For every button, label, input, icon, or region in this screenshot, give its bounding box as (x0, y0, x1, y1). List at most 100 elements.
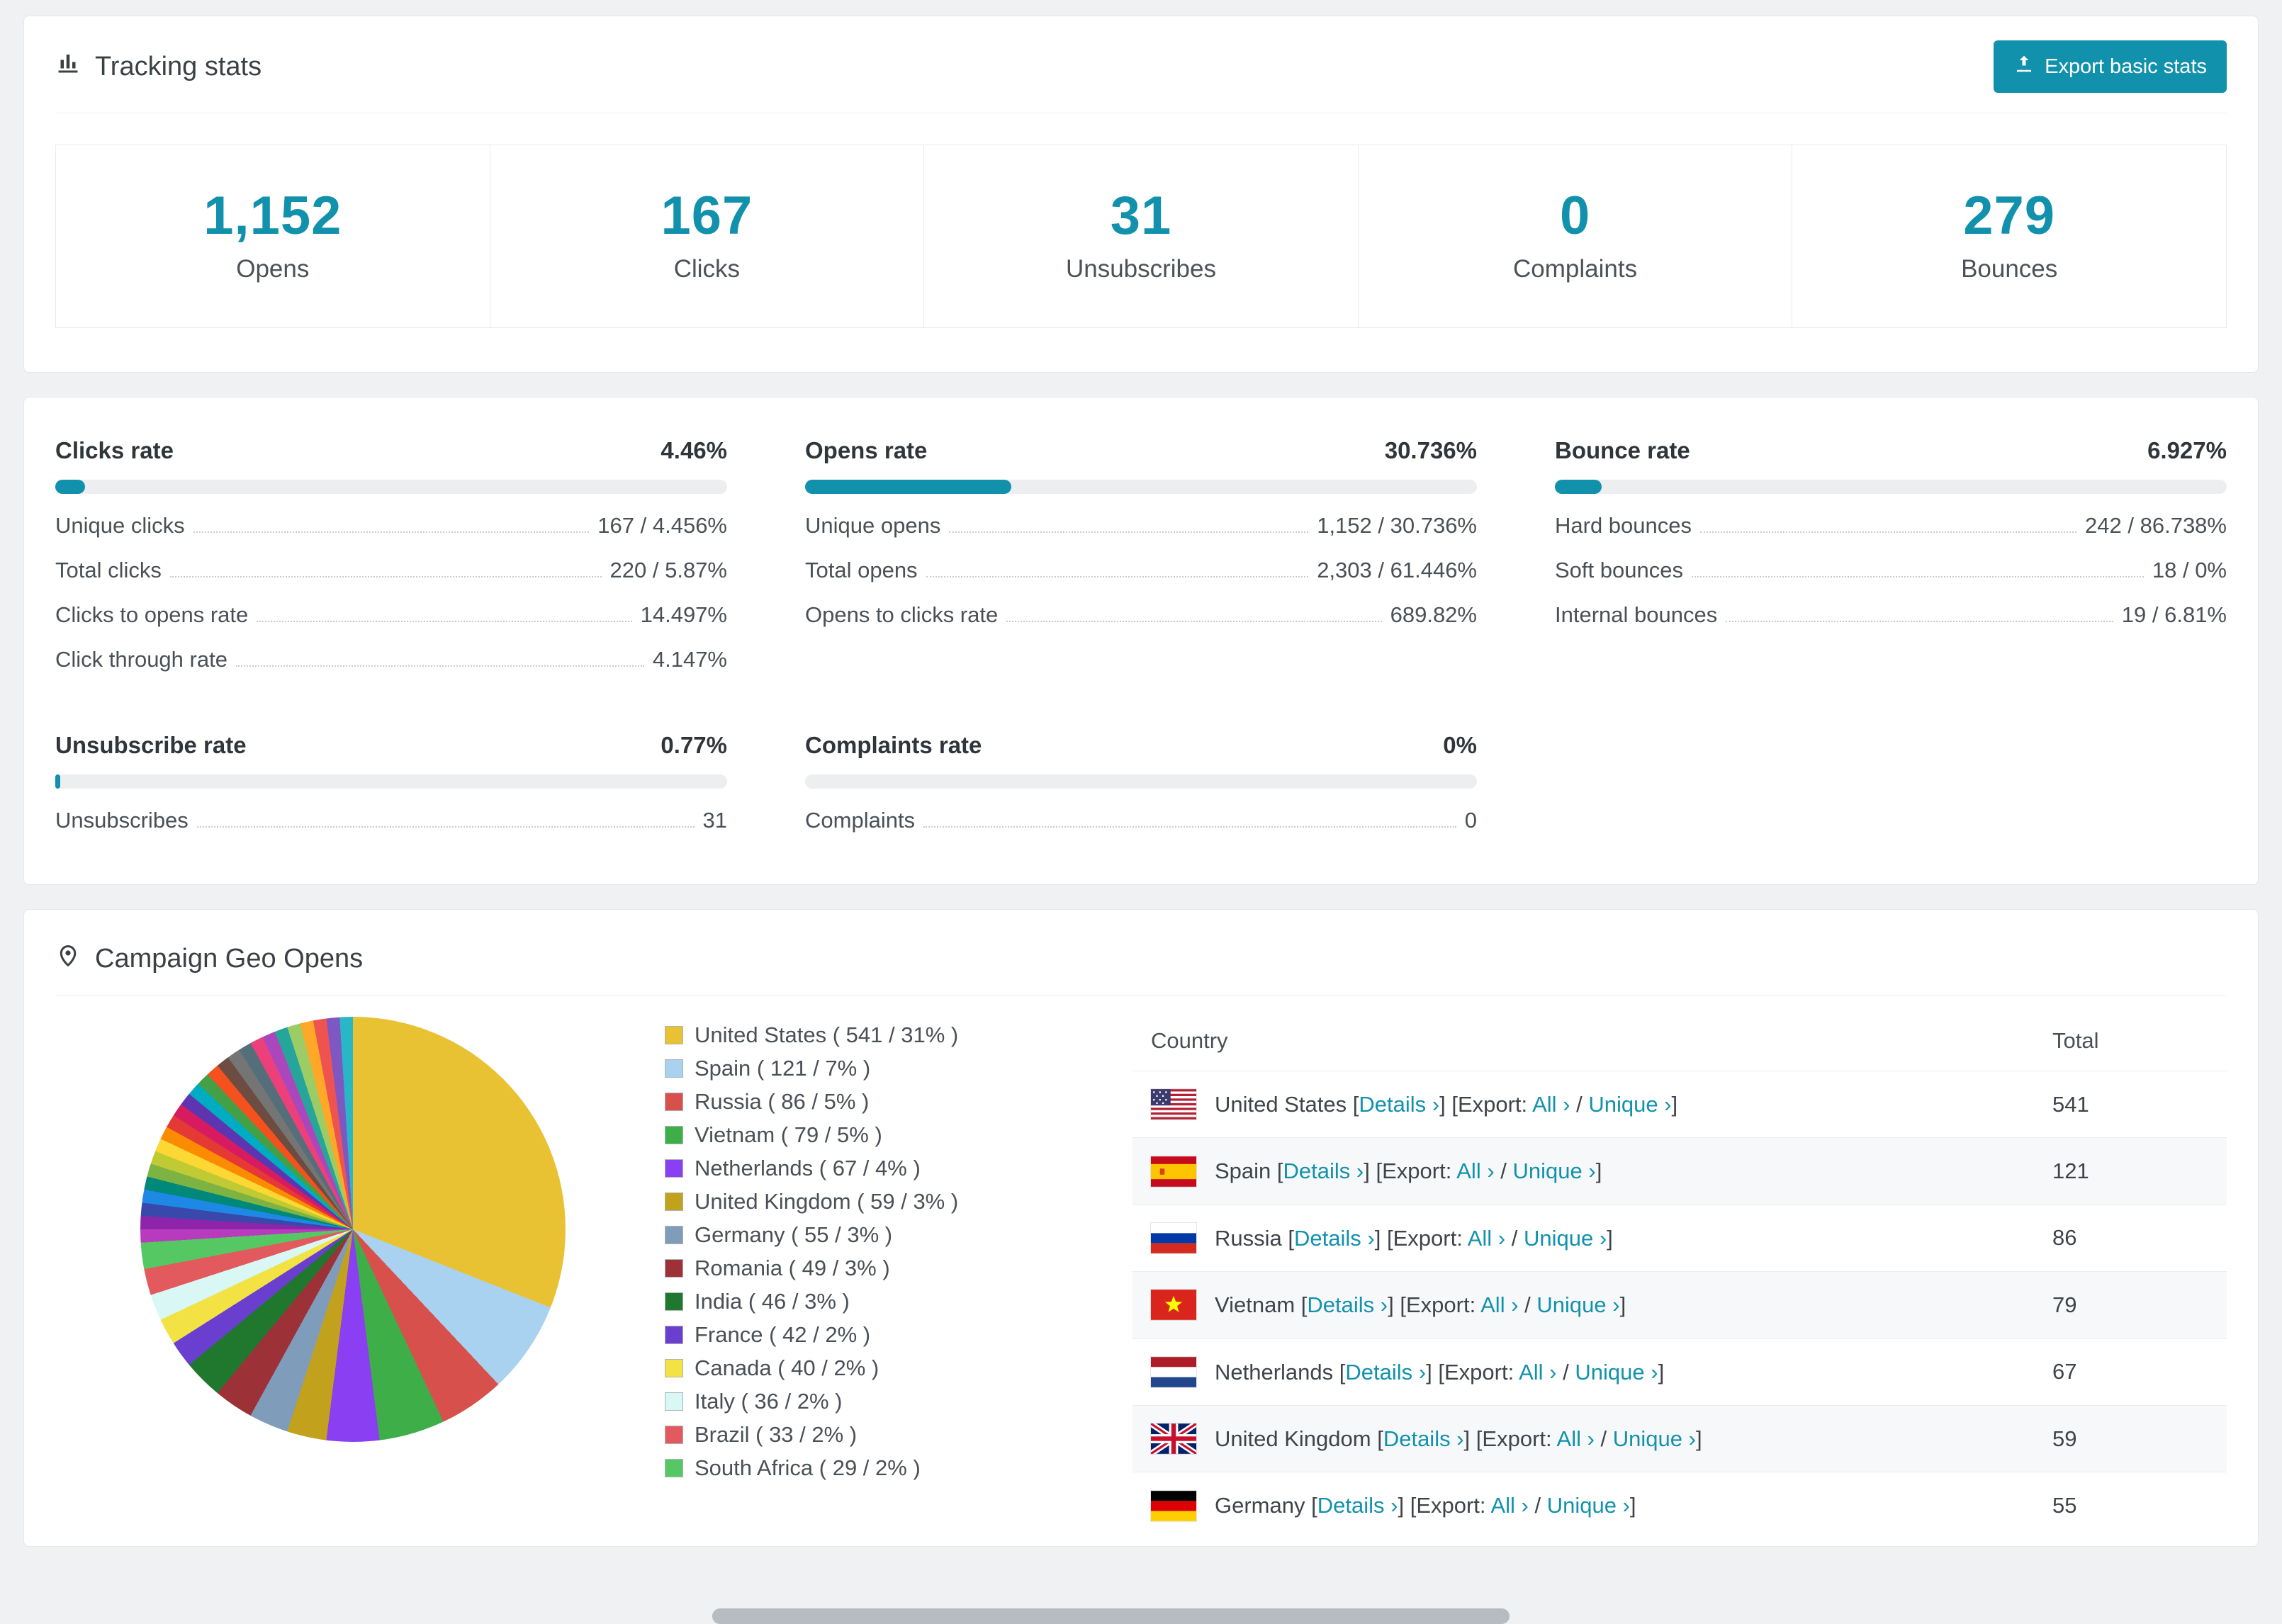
opens-label: Opens (236, 255, 310, 283)
details-link[interactable]: Details › (1359, 1092, 1439, 1117)
complaints-rate-title: Complaints rate (805, 732, 982, 758)
export-unique-link[interactable]: Unique › (1536, 1292, 1619, 1317)
export-unique-link[interactable]: Unique › (1547, 1493, 1630, 1518)
germany-flag-icon (1151, 1490, 1196, 1521)
clicks-rate-block: Clicks rate 4.46% Unique clicks 167 / 4.4… (55, 437, 727, 672)
export-basic-stats-label: Export basic stats (2045, 55, 2207, 78)
vietnam-flag-icon (1151, 1290, 1196, 1321)
legend-swatch (665, 1093, 683, 1111)
export-all-link[interactable]: All › (1557, 1426, 1595, 1451)
united-states-flag-icon (1151, 1089, 1196, 1120)
geo-opens-header: Campaign Geo Opens (55, 942, 2227, 996)
bounce-rate-block: Bounce rate 6.927% Hard bounces 242 / 86.… (1555, 437, 2227, 672)
rate-row: Hard bounces 242 / 86.738% (1555, 513, 2227, 538)
export-all-link[interactable]: All › (1480, 1292, 1518, 1317)
rate-row: Soft bounces 18 / 0% (1555, 558, 2227, 582)
export-all-link[interactable]: All › (1519, 1360, 1556, 1385)
export-unique-link[interactable]: Unique › (1613, 1426, 1696, 1451)
legend-swatch (665, 1126, 683, 1144)
country-name: Russia (1215, 1225, 1282, 1251)
country-total: 86 (2052, 1225, 2077, 1251)
geo-table: Country Total United States [Details ›] (1132, 1017, 2227, 1539)
map-pin-icon (55, 942, 81, 975)
country-total: 79 (2052, 1292, 2077, 1317)
legend-item: Brazil ( 33 / 2% ) (665, 1422, 1132, 1448)
russia-flag-icon (1151, 1223, 1196, 1253)
bounce-rate-title: Bounce rate (1555, 437, 1690, 463)
export-all-link[interactable]: All › (1468, 1226, 1505, 1251)
geo-table-rows: United States [Details ›] [Export: All ›… (1132, 1071, 2227, 1539)
export-unique-link[interactable]: Unique › (1513, 1158, 1596, 1183)
opens-rate-block: Opens rate 30.736% Unique opens 1,152 / 3… (805, 437, 1477, 672)
stat-box-complaints: 0 Complaints (1357, 145, 1793, 328)
unsubscribes-count: 31 (1110, 186, 1172, 246)
legend-swatch (665, 1359, 683, 1377)
clicks-rate-title: Clicks rate (55, 437, 174, 463)
export-label: Export: (1393, 1225, 1463, 1251)
legend-swatch (665, 1292, 683, 1311)
legend-item: India ( 46 / 3% ) (665, 1289, 1132, 1314)
unsubscribe-rate-bar (55, 774, 727, 789)
bounces-label: Bounces (1961, 255, 2058, 283)
stat-box-opens: 1,152 Opens (55, 145, 490, 328)
geo-table-row: Russia [Details ›] [Export: All › / Uniq… (1132, 1204, 2227, 1271)
complaints-count: 0 (1559, 186, 1591, 246)
legend-swatch (665, 1426, 683, 1444)
geo-opens-card: Campaign Geo Opens United States ( 541 /… (23, 909, 2259, 1547)
opens-count: 1,152 (203, 186, 342, 246)
spain-flag-icon (1151, 1156, 1196, 1187)
geo-table-header: Country Total (1132, 1017, 2227, 1071)
tracking-stats-card: Tracking stats Export basic stats 1,152 … (23, 16, 2259, 373)
country-column-header: Country (1151, 1028, 1228, 1053)
export-unique-link[interactable]: Unique › (1575, 1360, 1658, 1385)
details-link[interactable]: Details › (1307, 1292, 1388, 1317)
export-basic-stats-button[interactable]: Export basic stats (1994, 40, 2227, 93)
clicks-rate-percent: 4.46% (661, 437, 727, 463)
stat-box-unsubscribes: 31 Unsubscribes (923, 145, 1359, 328)
rate-row: Total clicks 220 / 5.87% (55, 558, 727, 582)
export-all-link[interactable]: All › (1456, 1158, 1494, 1183)
rates-grid: Clicks rate 4.46% Unique clicks 167 / 4.4… (55, 437, 2227, 833)
rate-row: Clicks to opens rate 14.497% (55, 602, 727, 627)
export-unique-link[interactable]: Unique › (1588, 1092, 1671, 1117)
geo-table-row: Spain [Details ›] [Export: All › / Uniqu… (1132, 1137, 2227, 1205)
bar-chart-icon (55, 50, 81, 83)
export-unique-link[interactable]: Unique › (1524, 1226, 1607, 1251)
details-link[interactable]: Details › (1345, 1360, 1426, 1385)
details-link[interactable]: Details › (1383, 1426, 1464, 1451)
opens-rate-bar (805, 480, 1477, 494)
unsubscribe-rate-block: Unsubscribe rate 0.77% Unsubscribes 31 (55, 732, 727, 833)
bounce-rate-percent: 6.927% (2147, 437, 2227, 463)
rate-row: Complaints 0 (805, 808, 1477, 833)
details-link[interactable]: Details › (1317, 1493, 1398, 1518)
geo-legend: United States ( 541 / 31% ) Spain ( 121 … (665, 1017, 1132, 1539)
legend-item: Russia ( 86 / 5% ) (665, 1089, 1132, 1115)
unsubscribe-rate-title: Unsubscribe rate (55, 732, 247, 758)
country-total: 59 (2052, 1426, 2077, 1451)
legend-item: Netherlands ( 67 / 4% ) (665, 1156, 1132, 1181)
country-name: Spain (1215, 1158, 1271, 1184)
united-kingdom-flag-icon (1151, 1423, 1196, 1455)
legend-item: Spain ( 121 / 7% ) (665, 1056, 1132, 1081)
country-total: 541 (2052, 1091, 2089, 1117)
geo-table-row: United Kingdom [Details ›] [Export: All … (1132, 1404, 2227, 1472)
export-label: Export: (1406, 1292, 1476, 1318)
country-name: Vietnam (1215, 1292, 1295, 1318)
legend-swatch (665, 1392, 683, 1411)
details-link[interactable]: Details › (1294, 1226, 1375, 1251)
tracking-stats-header: Tracking stats Export basic stats (55, 40, 2227, 113)
total-column-header: Total (2052, 1028, 2099, 1053)
complaints-rate-bar (805, 774, 1477, 789)
horizontal-scrollbar-thumb[interactable] (712, 1608, 1510, 1624)
legend-swatch (665, 1259, 683, 1278)
bounces-count: 279 (1963, 186, 2056, 246)
country-total: 55 (2052, 1493, 2077, 1518)
export-all-link[interactable]: All › (1490, 1493, 1528, 1518)
legend-item: Italy ( 36 / 2% ) (665, 1389, 1132, 1414)
legend-swatch (665, 1026, 683, 1044)
unsubscribes-label: Unsubscribes (1065, 255, 1216, 283)
legend-swatch (665, 1159, 683, 1178)
export-all-link[interactable]: All › (1532, 1092, 1570, 1117)
details-link[interactable]: Details › (1283, 1158, 1364, 1183)
rate-row: Click through rate 4.147% (55, 647, 727, 672)
